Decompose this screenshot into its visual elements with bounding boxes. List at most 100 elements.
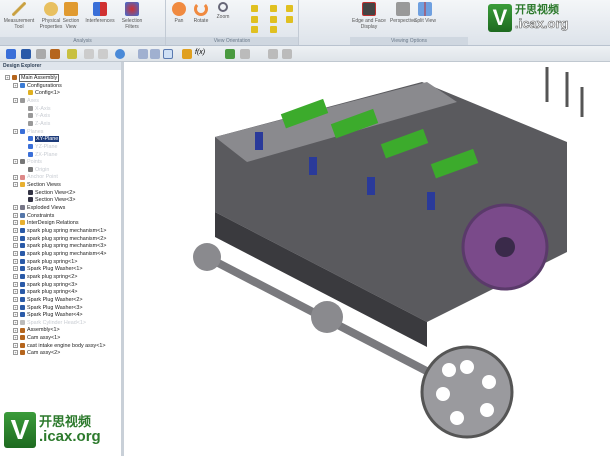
constraint-icon[interactable] (138, 49, 148, 59)
sphere-icon[interactable] (115, 49, 125, 59)
interferences-button[interactable]: Interferences (84, 2, 116, 24)
assembly-icon[interactable] (21, 49, 31, 59)
expand-toggle[interactable]: + (13, 327, 18, 333)
render-icon[interactable] (225, 49, 235, 59)
function-icon[interactable]: f(x) (195, 49, 205, 59)
tree-item[interactable]: + cast intake engine body assy<1> (13, 343, 106, 351)
view-cube-icon[interactable] (270, 16, 277, 23)
tree-item[interactable]: + spark plug spring<4> (13, 289, 77, 297)
tool-icon[interactable] (282, 49, 292, 59)
3d-viewport[interactable] (127, 62, 610, 456)
expand-toggle[interactable]: + (13, 319, 18, 325)
relations-icon[interactable] (163, 49, 173, 59)
expand-toggle[interactable]: + (13, 304, 18, 310)
expand-toggle[interactable]: + (13, 266, 18, 272)
expand-toggle[interactable]: + (13, 128, 18, 134)
expand-toggle[interactable]: + (13, 235, 18, 241)
view-cube-icon[interactable] (251, 16, 258, 23)
measurement-tool-button[interactable]: Measurement Tool (2, 2, 36, 30)
view-cube-icon[interactable] (251, 26, 258, 33)
engine-model[interactable] (127, 62, 610, 456)
tree-item[interactable]: + Main Assembly (5, 74, 60, 83)
tree-item[interactable]: + Spark Plug Washer<3> (13, 305, 83, 313)
tree-item[interactable]: + spark plug spring mechanism<1> (13, 228, 106, 236)
section-view-button[interactable]: Section View (58, 2, 84, 30)
tree-item[interactable]: + Exploded Views (13, 205, 65, 213)
expand-toggle[interactable]: + (13, 258, 18, 264)
split-view-button[interactable]: Split View (412, 2, 438, 24)
expand-toggle[interactable]: + (13, 159, 18, 165)
interference-icon (93, 2, 107, 16)
tree-item[interactable]: + spark plug spring mechanism<4> (13, 251, 106, 259)
tree-item[interactable]: + Cam assy<1> (13, 335, 60, 343)
view-cube-icon[interactable] (251, 5, 258, 12)
zoom-button[interactable]: Zoom (210, 2, 236, 20)
pattern-icon[interactable] (67, 49, 77, 59)
tree-item[interactable]: +Config<1> (21, 90, 60, 98)
tree-item[interactable]: +XY-Plane (21, 136, 60, 144)
expand-toggle[interactable]: + (13, 273, 18, 279)
tree-item[interactable]: +Origin (21, 167, 49, 175)
mirror-icon[interactable] (98, 49, 108, 59)
tool-icon[interactable] (268, 49, 278, 59)
tree-item[interactable]: + Section Views (13, 182, 61, 190)
block-icon[interactable] (182, 49, 192, 59)
expand-toggle[interactable]: + (13, 312, 18, 318)
tree-item[interactable]: + Points (13, 159, 42, 167)
component-icon[interactable] (50, 49, 60, 59)
tree-item[interactable]: + spark plug spring mechanism<2> (13, 236, 106, 244)
tree-item[interactable]: + Configurations (13, 83, 62, 91)
expand-toggle[interactable]: + (13, 212, 18, 218)
edge-face-display-button[interactable]: Edge and Face Display (352, 2, 386, 30)
tree-item[interactable]: +X-Axis (21, 106, 51, 114)
expand-toggle[interactable]: + (13, 174, 18, 180)
tree-item[interactable]: +Section View<2> (21, 190, 75, 198)
expand-toggle[interactable]: + (13, 98, 18, 104)
copy-icon[interactable] (84, 49, 94, 59)
expand-toggle[interactable]: + (13, 342, 18, 348)
expand-toggle[interactable]: + (5, 75, 10, 81)
tree-item[interactable]: + spark plug spring mechanism<3> (13, 243, 106, 251)
expand-toggle[interactable]: + (13, 205, 18, 211)
tree-item[interactable]: + Spark Cylinder Head<1> (13, 320, 86, 328)
tree-item-label: Constraints (27, 212, 55, 219)
tree-item[interactable]: + Spark Plug Washer<2> (13, 297, 83, 305)
expand-toggle[interactable]: + (13, 251, 18, 257)
expand-toggle[interactable]: + (13, 220, 18, 226)
tree-item[interactable]: + Planes (13, 129, 43, 137)
tree-item[interactable]: + spark plug spring<2> (13, 274, 77, 282)
tree-item[interactable]: +Section View<3> (21, 197, 75, 205)
expand-toggle[interactable]: + (13, 350, 18, 356)
tree-item[interactable]: + InterDesign Relations (13, 220, 79, 228)
tree-item[interactable]: + Cam assy<2> (13, 350, 60, 358)
expand-toggle[interactable]: + (13, 182, 18, 188)
tree-item[interactable]: + Anchor Point (13, 174, 58, 182)
tree-item[interactable]: +YZ-Plane (21, 144, 57, 152)
expand-toggle[interactable]: + (13, 335, 18, 341)
tree-item[interactable]: + spark plug spring<1> (13, 259, 77, 267)
view-cube-icon[interactable] (270, 5, 277, 12)
tree-item[interactable]: + Assembly<1> (13, 327, 60, 335)
part-icon[interactable] (6, 49, 16, 59)
tree-item[interactable]: + Axes (13, 98, 39, 106)
tree-item[interactable]: +ZX-Plane (21, 152, 57, 160)
expand-toggle[interactable]: + (13, 228, 18, 234)
tree-item[interactable]: +Z-Axis (21, 121, 50, 129)
tree-item[interactable]: + Spark Plug Washer<1> (13, 266, 83, 274)
constraint2-icon[interactable] (150, 49, 160, 59)
tree-item[interactable]: +Y-Axis (21, 113, 50, 121)
view-cube-icon[interactable] (286, 5, 293, 12)
tool-icon[interactable] (240, 49, 250, 59)
expand-toggle[interactable]: + (13, 243, 18, 249)
tree-item[interactable]: + spark plug spring<3> (13, 282, 77, 290)
tree-item[interactable]: + Spark Plug Washer<4> (13, 312, 83, 320)
expand-toggle[interactable]: + (13, 281, 18, 287)
gear-icon[interactable] (36, 49, 46, 59)
expand-toggle[interactable]: + (13, 296, 18, 302)
tree-item[interactable]: + Constraints (13, 213, 54, 221)
view-cube-icon[interactable] (270, 26, 277, 33)
expand-toggle[interactable]: + (13, 82, 18, 88)
expand-toggle[interactable]: + (13, 289, 18, 295)
view-cube-icon[interactable] (286, 16, 293, 23)
selection-filters-button[interactable]: Selection Filters (116, 2, 148, 30)
